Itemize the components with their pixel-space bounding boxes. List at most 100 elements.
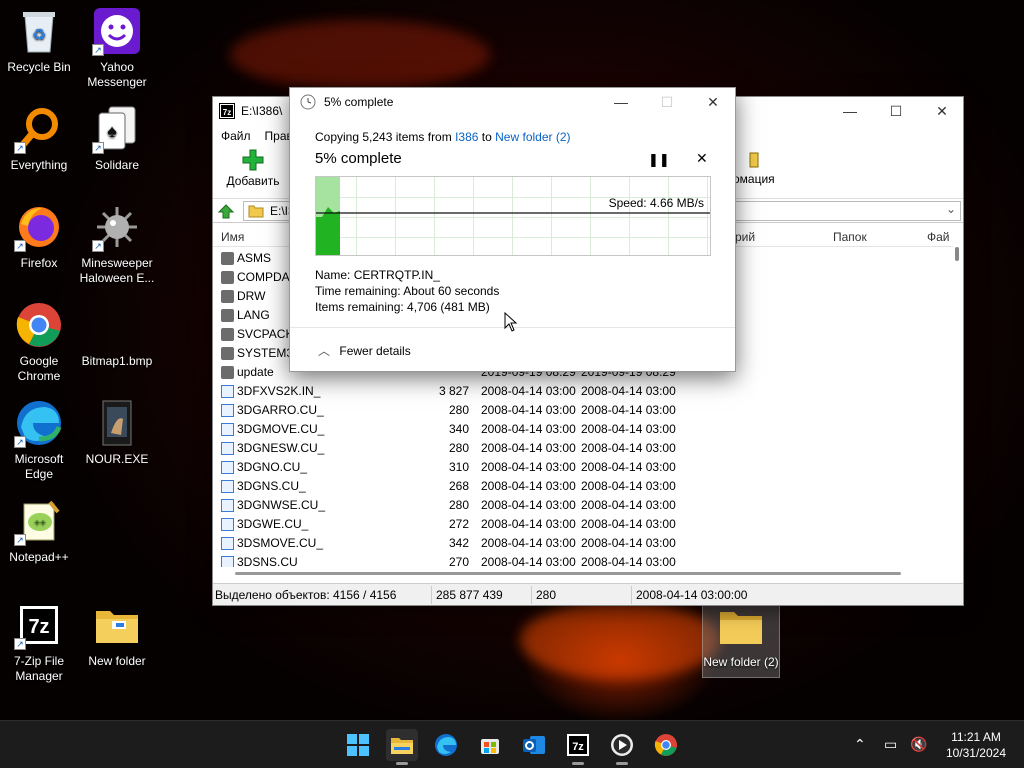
copy-summary-to: to xyxy=(481,130,492,144)
taskbar-chrome[interactable] xyxy=(650,729,682,761)
graph-speed-area xyxy=(316,207,710,255)
cancel-icon[interactable]: ✕ xyxy=(696,150,708,167)
desktop-icon-minesweeper[interactable]: ↗ Minesweeper Haloween E... xyxy=(78,202,156,286)
desktop-icon-label: Microsoft Edge xyxy=(14,452,64,481)
desktop-icon-google-chrome[interactable]: Google Chrome xyxy=(0,300,78,384)
table-row[interactable]: 3DGNWSE.CU_ 280 2008-04-14 03:00 2008-04-14… xyxy=(213,496,953,515)
table-row[interactable]: 3DGARRO.CU_ 280 2008-04-14 03:00 2008-04-14… xyxy=(213,401,953,420)
desktop-icon-solidare[interactable]: ♠ ↗ Solidare xyxy=(78,104,156,173)
header-files[interactable]: Фай xyxy=(927,230,950,244)
taskbar-edge[interactable] xyxy=(430,729,462,761)
table-row[interactable]: 3DSNS.CU_ 270 2008-04-14 03:00 2008-04-14 0… xyxy=(213,553,953,567)
row-name: COMPDAT xyxy=(237,270,297,284)
executable-icon xyxy=(92,398,142,448)
name-value: CERTRQTP.IN_ xyxy=(353,268,440,282)
folder-icon xyxy=(248,205,264,218)
shortcut-arrow-icon: ↗ xyxy=(14,142,26,154)
file-icon xyxy=(221,423,234,436)
network-icon[interactable]: ▭ xyxy=(884,736,897,753)
table-row[interactable]: 3DGMOVE.CU_ 340 2008-04-14 03:00 2008-04-14… xyxy=(213,420,953,439)
vertical-scrollbar[interactable] xyxy=(955,247,959,261)
desktop-icon-everything[interactable]: ↗ Everything xyxy=(0,104,78,173)
system-clock[interactable]: 11:21 AM 10/31/2024 xyxy=(946,729,1006,761)
menu-file[interactable]: Файл xyxy=(221,129,251,143)
file-icon xyxy=(221,537,234,550)
playing-cards-icon: ♠ ↗ xyxy=(92,104,142,154)
minimize-button[interactable]: — xyxy=(598,88,644,116)
fewer-details-button[interactable]: ︿ Fewer details xyxy=(318,342,411,359)
taskbar-store[interactable] xyxy=(474,729,506,761)
desktop-icon-label: Minesweeper Haloween E... xyxy=(79,256,155,285)
desktop-icon-yahoo-messenger[interactable]: ↗ Yahoo Messenger xyxy=(78,6,156,90)
pause-icon[interactable]: ❚❚ xyxy=(648,152,670,168)
horizontal-scrollbar[interactable] xyxy=(235,572,901,575)
dialog-titlebar[interactable]: 5% complete — ☐ ✕ xyxy=(290,88,735,116)
row-created: 2008-04-14 03:00 xyxy=(581,403,676,417)
up-folder-icon[interactable] xyxy=(217,202,235,223)
maximize-button[interactable]: ☐ xyxy=(873,97,919,125)
row-created: 2008-04-14 03:00 xyxy=(581,479,676,493)
row-size: 342 xyxy=(448,536,469,550)
table-row[interactable]: 3DGNO.CU_ 310 2008-04-14 03:00 2008-04-14 0… xyxy=(213,458,953,477)
desktop-icon-label: Google Chrome xyxy=(17,354,61,383)
desktop-icon-notepad-plus-plus[interactable]: ++ ↗ Notepad++ xyxy=(0,496,78,565)
desktop-icon-recycle-bin[interactable]: ♻ Recycle Bin xyxy=(0,6,78,75)
table-row[interactable]: 3DFXVS2K.IN_ 3 827 2008-04-14 03:00 2008-04… xyxy=(213,382,953,401)
desktop-icon-firefox[interactable]: ↗ Firefox xyxy=(0,202,78,271)
add-button[interactable]: Добавить xyxy=(223,149,283,188)
row-modified: 2008-04-14 03:00 xyxy=(481,517,576,531)
file-explorer-icon xyxy=(391,738,413,754)
desktop-icon-7zip[interactable]: 7z ↗ 7-Zip File Manager xyxy=(0,600,78,684)
shortcut-arrow-icon: ↗ xyxy=(14,534,26,546)
row-modified: 2008-04-14 03:00 xyxy=(481,536,576,550)
clock-time: 11:21 AM xyxy=(951,730,1001,744)
header-folders[interactable]: Папок xyxy=(833,230,867,244)
copy-summary: Copying 5,243 items from I386 to New fol… xyxy=(315,130,571,144)
row-name: 3DGARRO.CU_ xyxy=(237,403,324,417)
table-row[interactable]: 3DGNESW.CU_ 280 2008-04-14 03:00 2008-04-14… xyxy=(213,439,953,458)
folder-icon xyxy=(221,309,234,322)
firefox-icon: ↗ xyxy=(14,202,64,252)
taskbar-7zip[interactable]: 7z xyxy=(562,729,594,765)
taskbar-file-explorer[interactable] xyxy=(386,729,418,765)
row-size: 280 xyxy=(448,498,469,512)
destination-link[interactable]: New folder (2) xyxy=(495,130,570,144)
row-modified: 2008-04-14 03:00 xyxy=(481,460,576,474)
desktop-icon-label: Everything xyxy=(10,158,68,172)
status-selected: Выделено объектов: 4156 / 4156 xyxy=(215,588,397,602)
chevron-down-icon[interactable]: ⌄ xyxy=(946,202,956,216)
table-row[interactable]: 3DGNS.CU_ 268 2008-04-14 03:00 2008-04-14 0… xyxy=(213,477,953,496)
header-name[interactable]: Имя xyxy=(221,230,244,244)
row-name: 3DGWE.CU_ xyxy=(237,517,309,531)
status-total-size: 285 877 439 xyxy=(436,588,503,602)
close-button[interactable]: ✕ xyxy=(690,88,736,116)
start-button[interactable] xyxy=(342,729,374,761)
row-modified: 2008-04-14 03:00 xyxy=(481,384,576,398)
desktop-icon-new-folder-2[interactable]: New folder (2) xyxy=(702,600,780,678)
row-size: 272 xyxy=(448,517,469,531)
desktop-icon-new-folder[interactable]: New folder xyxy=(78,600,156,669)
row-created: 2008-04-14 03:00 xyxy=(581,422,676,436)
desktop-icon-bitmap[interactable]: Bitmap1.bmp xyxy=(78,300,156,369)
folder-icon xyxy=(221,366,234,379)
row-name: 3DSNS.CU_ xyxy=(237,555,305,567)
info-button[interactable]: омация xyxy=(733,151,775,186)
desktop-icon-label: Yahoo Messenger xyxy=(87,60,147,89)
taskbar-media-player[interactable] xyxy=(606,729,638,765)
file-icon xyxy=(221,442,234,455)
source-link[interactable]: I386 xyxy=(455,130,478,144)
chevron-up-icon[interactable]: ⌃ xyxy=(854,736,866,753)
table-row[interactable]: 3DGWE.CU_ 272 2008-04-14 03:00 2008-04-14 0… xyxy=(213,515,953,534)
row-name: update xyxy=(237,365,274,379)
desktop-icon-nour-exe[interactable]: NOUR.EXE xyxy=(78,398,156,467)
minimize-button[interactable]: — xyxy=(827,97,873,125)
header-comment[interactable]: рий xyxy=(735,230,755,244)
row-name: 3DGNS.CU_ xyxy=(237,479,306,493)
status-divider xyxy=(431,586,432,604)
close-button[interactable]: ✕ xyxy=(919,97,965,125)
row-modified: 2008-04-14 03:00 xyxy=(481,498,576,512)
table-row[interactable]: 3DSMOVE.CU_ 342 2008-04-14 03:00 2008-04-14… xyxy=(213,534,953,553)
taskbar-outlook[interactable] xyxy=(518,729,550,761)
volume-muted-icon[interactable]: 🔇 xyxy=(910,736,927,753)
desktop-icon-microsoft-edge[interactable]: ↗ Microsoft Edge xyxy=(0,398,78,482)
